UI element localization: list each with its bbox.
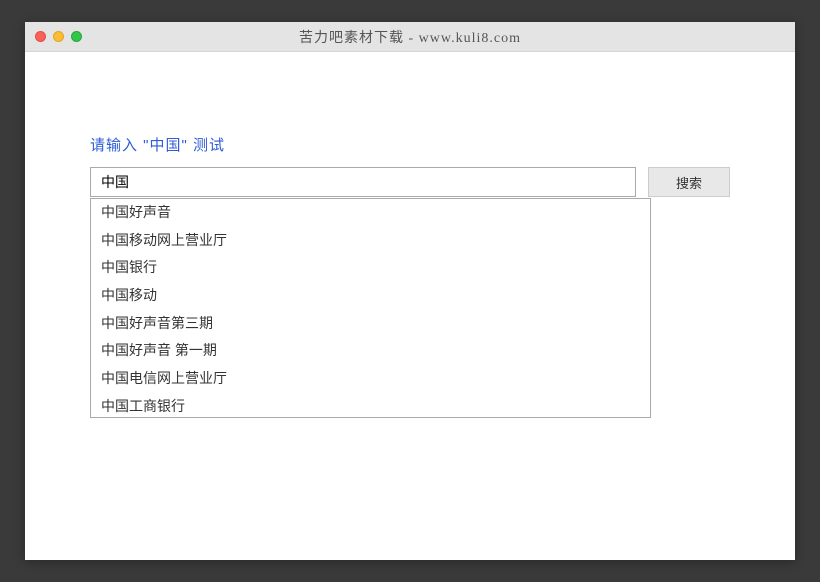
suggestion-dropdown[interactable]: 中国好声音 中国移动网上营业厅 中国银行 中国移动 中国好声音第三期 中国好声音… (90, 198, 651, 418)
list-item[interactable]: 中国移动网上营业厅 (91, 227, 650, 255)
hint-label: 请输入 "中国" 测试 (90, 134, 730, 155)
close-icon[interactable] (35, 31, 46, 42)
minimize-icon[interactable] (53, 31, 64, 42)
search-row: 搜索 (90, 167, 730, 197)
list-item[interactable]: 中国电信网上营业厅 (91, 365, 650, 393)
search-input[interactable] (90, 167, 636, 197)
list-item[interactable]: 中国好声音 第一期 (91, 337, 650, 365)
maximize-icon[interactable] (71, 31, 82, 42)
list-item[interactable]: 中国移动 (91, 282, 650, 310)
list-item[interactable]: 中国好声音 (91, 199, 650, 227)
list-item[interactable]: 中国银行 (91, 254, 650, 282)
list-item[interactable]: 中国好声音第三期 (91, 310, 650, 338)
app-window: 苦力吧素材下载 - www.kuli8.com 请输入 "中国" 测试 搜索 中… (25, 22, 795, 560)
traffic-lights (35, 31, 82, 42)
search-button[interactable]: 搜索 (648, 167, 730, 197)
window-title: 苦力吧素材下载 - www.kuli8.com (35, 27, 785, 47)
content-area: 请输入 "中国" 测试 搜索 中国好声音 中国移动网上营业厅 中国银行 中国移动… (25, 52, 795, 560)
list-item[interactable]: 中国工商银行 (91, 393, 650, 418)
titlebar: 苦力吧素材下载 - www.kuli8.com (25, 22, 795, 52)
